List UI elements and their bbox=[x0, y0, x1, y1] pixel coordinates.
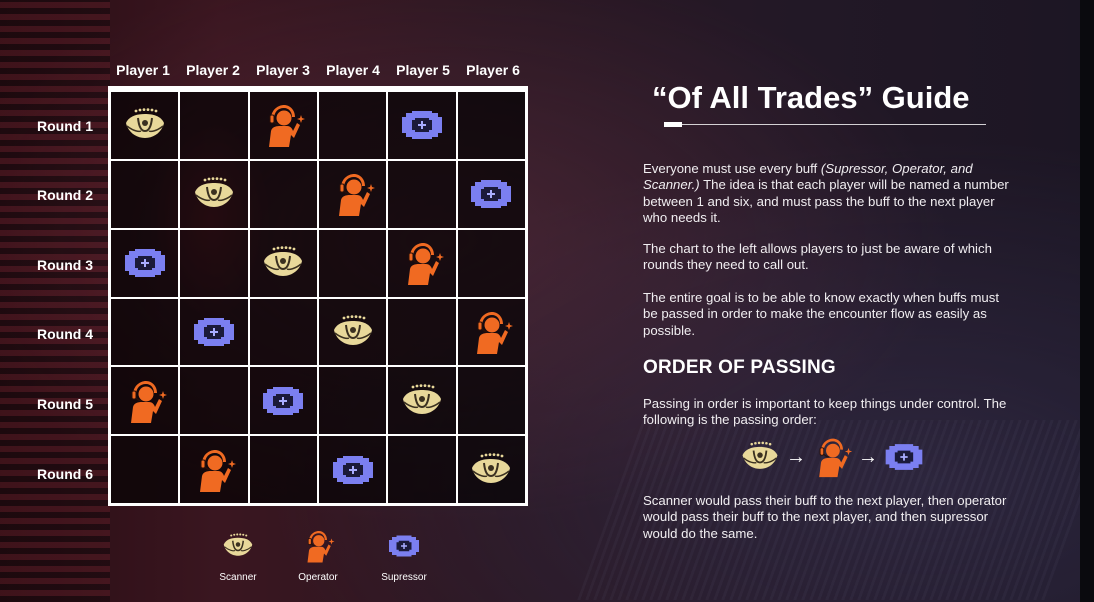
legend-scanner: Scanner bbox=[198, 528, 278, 583]
grid-cell-round-2-player-1 bbox=[110, 159, 180, 229]
grid-cell-round-2-player-5 bbox=[387, 159, 457, 229]
grid-cell-round-3-player-4 bbox=[318, 228, 388, 298]
scanner-icon bbox=[329, 308, 377, 356]
grid-cell-round-2-player-4 bbox=[318, 159, 388, 229]
supressor-icon bbox=[329, 446, 377, 494]
grid-cell-round-5-player-6 bbox=[456, 366, 526, 436]
row-header-round-6: Round 6 bbox=[37, 466, 93, 482]
operator-icon bbox=[190, 446, 238, 494]
column-header-player-6: Player 6 bbox=[466, 62, 520, 78]
column-header-player-4: Player 4 bbox=[326, 62, 380, 78]
legend-supressor-label: Supressor bbox=[381, 572, 427, 583]
grid-cell-round-4-player-5 bbox=[387, 297, 457, 367]
grid-cell-round-1-player-4 bbox=[318, 91, 388, 160]
operator-icon bbox=[810, 435, 854, 479]
grid-cell-round-4-player-3 bbox=[248, 297, 318, 367]
column-header-player-3: Player 3 bbox=[256, 62, 310, 78]
supressor-icon bbox=[259, 377, 307, 425]
title-divider bbox=[664, 124, 986, 125]
operator-icon bbox=[467, 308, 515, 356]
row-header-round-4: Round 4 bbox=[37, 326, 93, 342]
grid-cell-round-1-player-2 bbox=[179, 91, 249, 160]
grid-cell-round-3-player-3 bbox=[248, 228, 318, 298]
grid-cell-round-6-player-6 bbox=[456, 435, 526, 504]
intro-text-start: Everyone must use every buff bbox=[643, 161, 821, 176]
legend-scanner-label: Scanner bbox=[219, 572, 257, 583]
grid-cell-round-4-player-2 bbox=[179, 297, 249, 367]
title-accent bbox=[664, 122, 682, 127]
arrow-right-icon: → bbox=[786, 445, 806, 468]
scanner-icon bbox=[467, 446, 515, 494]
column-header-player-1: Player 1 bbox=[116, 62, 170, 78]
grid-cell-round-3-player-6 bbox=[456, 228, 526, 298]
operator-icon bbox=[300, 528, 336, 564]
grid-cell-round-3-player-2 bbox=[179, 228, 249, 298]
grid-cell-round-3-player-5 bbox=[387, 228, 457, 298]
operator-icon bbox=[398, 239, 446, 287]
row-header-round-2: Round 2 bbox=[37, 187, 93, 203]
grid-cell-round-6-player-3 bbox=[248, 435, 318, 504]
goal-paragraph: The entire goal is to be able to know ex… bbox=[643, 290, 1000, 338]
grid-cell-round-5-player-5 bbox=[387, 366, 457, 436]
grid-cell-round-1-player-1 bbox=[110, 91, 180, 160]
legend-operator-label: Operator bbox=[298, 572, 338, 583]
operator-icon bbox=[329, 170, 377, 218]
row-header-round-5: Round 5 bbox=[37, 396, 93, 412]
scanner-icon bbox=[121, 101, 169, 149]
row-header-round-3: Round 3 bbox=[37, 257, 93, 273]
grid-cell-round-4-player-4 bbox=[318, 297, 388, 367]
operator-icon bbox=[121, 377, 169, 425]
background-stripes bbox=[0, 0, 110, 602]
right-edge bbox=[1080, 0, 1094, 602]
grid-cell-round-6-player-4 bbox=[318, 435, 388, 504]
passing-paragraph: Passing in order is important to keep th… bbox=[643, 396, 1007, 428]
grid-cell-round-2-player-6 bbox=[456, 159, 526, 229]
passing-order-sequence: → → bbox=[738, 437, 926, 477]
grid-cell-round-6-player-1 bbox=[110, 435, 180, 504]
grid-cell-round-4-player-1 bbox=[110, 297, 180, 367]
grid-cell-round-3-player-1 bbox=[110, 228, 180, 298]
grid-cell-round-1-player-5 bbox=[387, 91, 457, 160]
chart-paragraph: The chart to the left allows players to … bbox=[643, 241, 992, 273]
scanner-icon bbox=[259, 239, 307, 287]
grid-cell-round-1-player-3 bbox=[248, 91, 318, 160]
scanner-icon bbox=[190, 170, 238, 218]
page-title: “Of All Trades” Guide bbox=[652, 80, 970, 115]
column-header-player-2: Player 2 bbox=[186, 62, 240, 78]
passing-explanation-paragraph: Scanner would pass their buff to the nex… bbox=[643, 493, 1007, 541]
scanner-icon bbox=[220, 528, 256, 564]
grid-cell-round-2-player-2 bbox=[179, 159, 249, 229]
grid-cell-round-5-player-1 bbox=[110, 366, 180, 436]
arrow-right-icon: → bbox=[858, 445, 878, 468]
order-of-passing-heading: ORDER OF PASSING bbox=[643, 357, 836, 378]
supressor-icon bbox=[882, 435, 926, 479]
grid-cell-round-2-player-3 bbox=[248, 159, 318, 229]
grid-cell-round-1-player-6 bbox=[456, 91, 526, 160]
row-header-round-1: Round 1 bbox=[37, 118, 93, 134]
grid-cell-round-5-player-3 bbox=[248, 366, 318, 436]
legend-operator: Operator bbox=[278, 528, 358, 583]
grid-cell-round-5-player-2 bbox=[179, 366, 249, 436]
supressor-icon bbox=[190, 308, 238, 356]
legend-supressor: Supressor bbox=[364, 528, 444, 583]
supressor-icon bbox=[386, 528, 422, 564]
grid-cell-round-5-player-4 bbox=[318, 366, 388, 436]
grid-cell-round-6-player-5 bbox=[387, 435, 457, 504]
column-header-player-5: Player 5 bbox=[396, 62, 450, 78]
grid-cell-round-4-player-6 bbox=[456, 297, 526, 367]
scanner-icon bbox=[398, 377, 446, 425]
operator-icon bbox=[259, 101, 307, 149]
grid-cell-round-6-player-2 bbox=[179, 435, 249, 504]
supressor-icon bbox=[398, 101, 446, 149]
intro-paragraph: Everyone must use every buff (Supressor,… bbox=[643, 161, 1013, 226]
scanner-icon bbox=[738, 435, 782, 479]
buff-rotation-grid bbox=[108, 86, 528, 506]
supressor-icon bbox=[121, 239, 169, 287]
supressor-icon bbox=[467, 170, 515, 218]
